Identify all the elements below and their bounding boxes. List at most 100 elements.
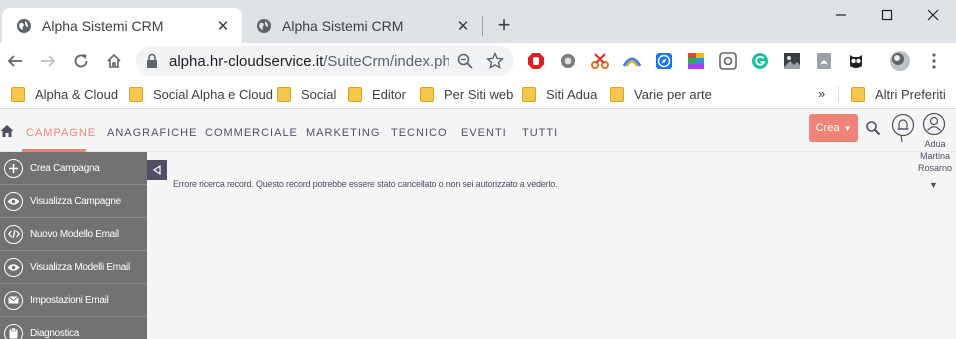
rainbow-icon[interactable] bbox=[623, 52, 641, 70]
bookmark-star-icon[interactable] bbox=[486, 52, 504, 70]
notification-bell-icon[interactable] bbox=[891, 113, 915, 143]
caret-down-icon: ▼ bbox=[843, 123, 852, 133]
sidebar-item-label: Visualizza Campagne bbox=[30, 195, 121, 207]
globe-icon bbox=[17, 18, 31, 33]
forward-button[interactable] bbox=[35, 48, 61, 74]
close-window-button[interactable] bbox=[910, 0, 956, 30]
close-icon bbox=[927, 9, 939, 21]
bookmarks-overflow-chevron-icon[interactable]: » bbox=[818, 86, 825, 101]
menu-kebab-icon[interactable] bbox=[925, 52, 943, 70]
home-icon[interactable] bbox=[0, 124, 14, 138]
sidebar-item-label: Nuovo Modello Email bbox=[30, 228, 119, 240]
forward-arrow-icon bbox=[41, 55, 56, 67]
nav-campagne[interactable]: CAMPAGNE bbox=[26, 127, 96, 139]
user-name: Adua Martina Rosarno bbox=[916, 138, 954, 174]
pdf-icon[interactable] bbox=[815, 52, 833, 70]
adblock-icon[interactable] bbox=[527, 52, 545, 70]
photo-icon[interactable] bbox=[783, 52, 801, 70]
new-tab-button[interactable]: + bbox=[493, 12, 515, 37]
sidebar-item-label: Impostazioni Email bbox=[30, 294, 109, 306]
nav-anagrafiche[interactable]: ANAGRAFICHE bbox=[107, 127, 197, 139]
compass-icon[interactable] bbox=[655, 52, 673, 70]
bookmark-folder[interactable]: Editor bbox=[348, 85, 406, 103]
profile-avatar-icon[interactable] bbox=[889, 50, 911, 72]
bookmark-folder[interactable]: Alpha & Cloud bbox=[11, 85, 118, 103]
close-tab-icon[interactable]: ✕ bbox=[214, 17, 232, 35]
tab-title: Alpha Sistemi CRM bbox=[282, 17, 404, 34]
user-avatar-icon bbox=[922, 112, 946, 136]
sidebar-item-nuovo-modello-email[interactable]: Nuovo Modello Email bbox=[0, 218, 147, 251]
nav-marketing[interactable]: MARKETING bbox=[306, 127, 380, 139]
maximize-icon bbox=[881, 9, 893, 21]
sidebar-item-visualizza-campagne[interactable]: Visualizza Campagne bbox=[0, 185, 147, 218]
minimize-button[interactable] bbox=[818, 0, 864, 30]
bookmark-folder[interactable]: Siti Adua bbox=[522, 85, 597, 103]
nav-tecnico[interactable]: TECNICO bbox=[391, 127, 448, 139]
create-button-label: Crea bbox=[815, 122, 840, 134]
plus-icon bbox=[4, 158, 23, 178]
reload-icon bbox=[74, 54, 88, 68]
back-arrow-icon bbox=[7, 55, 22, 67]
sidebar-item-impostazioni-email[interactable]: Impostazioni Email bbox=[0, 284, 147, 317]
sidebar-item-visualizza-modelli-email[interactable]: Visualizza Modelli Email bbox=[0, 251, 147, 284]
folder-icon bbox=[11, 86, 25, 102]
eye-icon bbox=[4, 257, 23, 277]
zoom-icon[interactable] bbox=[456, 52, 474, 70]
grammarly-icon[interactable] bbox=[751, 52, 769, 70]
sidebar-item-label: Crea Campagna bbox=[30, 162, 100, 174]
folder-icon bbox=[420, 86, 434, 102]
browser-tab[interactable]: Alpha Sistemi CRM ✕ bbox=[242, 8, 482, 43]
bookmark-label: Altri Preferiti bbox=[875, 86, 946, 102]
user-name-line: Rosarno bbox=[917, 163, 953, 173]
close-tab-icon[interactable]: ✕ bbox=[454, 17, 472, 35]
bookmark-label: Editor bbox=[372, 86, 406, 102]
error-message: Errore ricerca record. Questo record pot… bbox=[173, 179, 558, 189]
user-menu-caret-icon[interactable]: ▼ bbox=[929, 180, 938, 190]
extension-circle-icon[interactable] bbox=[559, 52, 577, 70]
diagnostics-icon bbox=[4, 323, 23, 339]
folder-icon bbox=[851, 86, 865, 102]
code-icon bbox=[4, 224, 23, 244]
nav-eventi[interactable]: EVENTI bbox=[461, 127, 507, 139]
crm-top-nav: CAMPAGNE ANAGRAFICHE COMMERCIALE MARKETI… bbox=[0, 110, 956, 173]
home-icon bbox=[107, 53, 121, 68]
screenshot-icon[interactable] bbox=[719, 52, 737, 70]
sidebar-collapse-button[interactable] bbox=[147, 160, 167, 180]
palette-icon[interactable] bbox=[687, 52, 705, 70]
back-button[interactable] bbox=[2, 48, 28, 74]
folder-icon bbox=[610, 86, 624, 102]
bookmark-folder[interactable]: Social Alpha e Cloud bbox=[129, 85, 273, 103]
sidebar: Crea Campagna Visualizza Campagne Nuovo … bbox=[0, 152, 147, 339]
user-name-line: Martina bbox=[919, 151, 950, 161]
address-bar[interactable]: alpha.hr-cloudservice.it/SuiteCrm/index.… bbox=[136, 46, 514, 76]
bookmark-label: Alpha & Cloud bbox=[35, 86, 119, 102]
folder-icon bbox=[522, 86, 536, 102]
scissors-icon[interactable] bbox=[591, 52, 609, 70]
bookmark-folder[interactable]: Per Siti web bbox=[420, 85, 513, 103]
minimize-icon bbox=[836, 14, 846, 16]
bookmarks-bar: Alpha & Cloud Social Alpha e Cloud Socia… bbox=[0, 79, 956, 109]
browser-tab-active[interactable]: Alpha Sistemi CRM ✕ bbox=[2, 8, 242, 43]
tab-separator bbox=[482, 16, 483, 36]
eye-icon bbox=[4, 191, 23, 211]
other-bookmarks-folder[interactable]: Altri Preferiti bbox=[851, 85, 946, 103]
sidebar-item-crea-campagna[interactable]: Crea Campagna bbox=[0, 152, 147, 185]
bookmark-folder[interactable]: Social bbox=[277, 85, 336, 103]
sidebar-item-label: Visualizza Modelli Email bbox=[30, 261, 130, 273]
url-path: /SuiteCrm/index.ph... bbox=[323, 53, 449, 70]
nav-commerciale[interactable]: COMMERCIALE bbox=[205, 127, 298, 139]
maximize-button[interactable] bbox=[864, 0, 910, 30]
bookmark-label: Social Alpha e Cloud bbox=[153, 86, 273, 102]
collapse-arrow-icon bbox=[152, 165, 161, 175]
search-icon[interactable] bbox=[865, 120, 881, 136]
nav-tutti[interactable]: TUTTI bbox=[522, 127, 558, 139]
owl-icon[interactable] bbox=[847, 52, 865, 70]
reload-button[interactable] bbox=[68, 48, 94, 74]
bookmark-folder[interactable]: Varie per arte bbox=[610, 85, 712, 103]
globe-icon bbox=[257, 18, 271, 33]
url-text: alpha.hr-cloudservice.it/SuiteCrm/index.… bbox=[169, 53, 449, 70]
bookmark-label: Siti Adua bbox=[546, 86, 598, 102]
sidebar-item-diagnostica[interactable]: Diagnostica bbox=[0, 317, 147, 339]
home-button[interactable] bbox=[101, 48, 127, 74]
create-button[interactable]: Crea ▼ bbox=[809, 114, 858, 142]
